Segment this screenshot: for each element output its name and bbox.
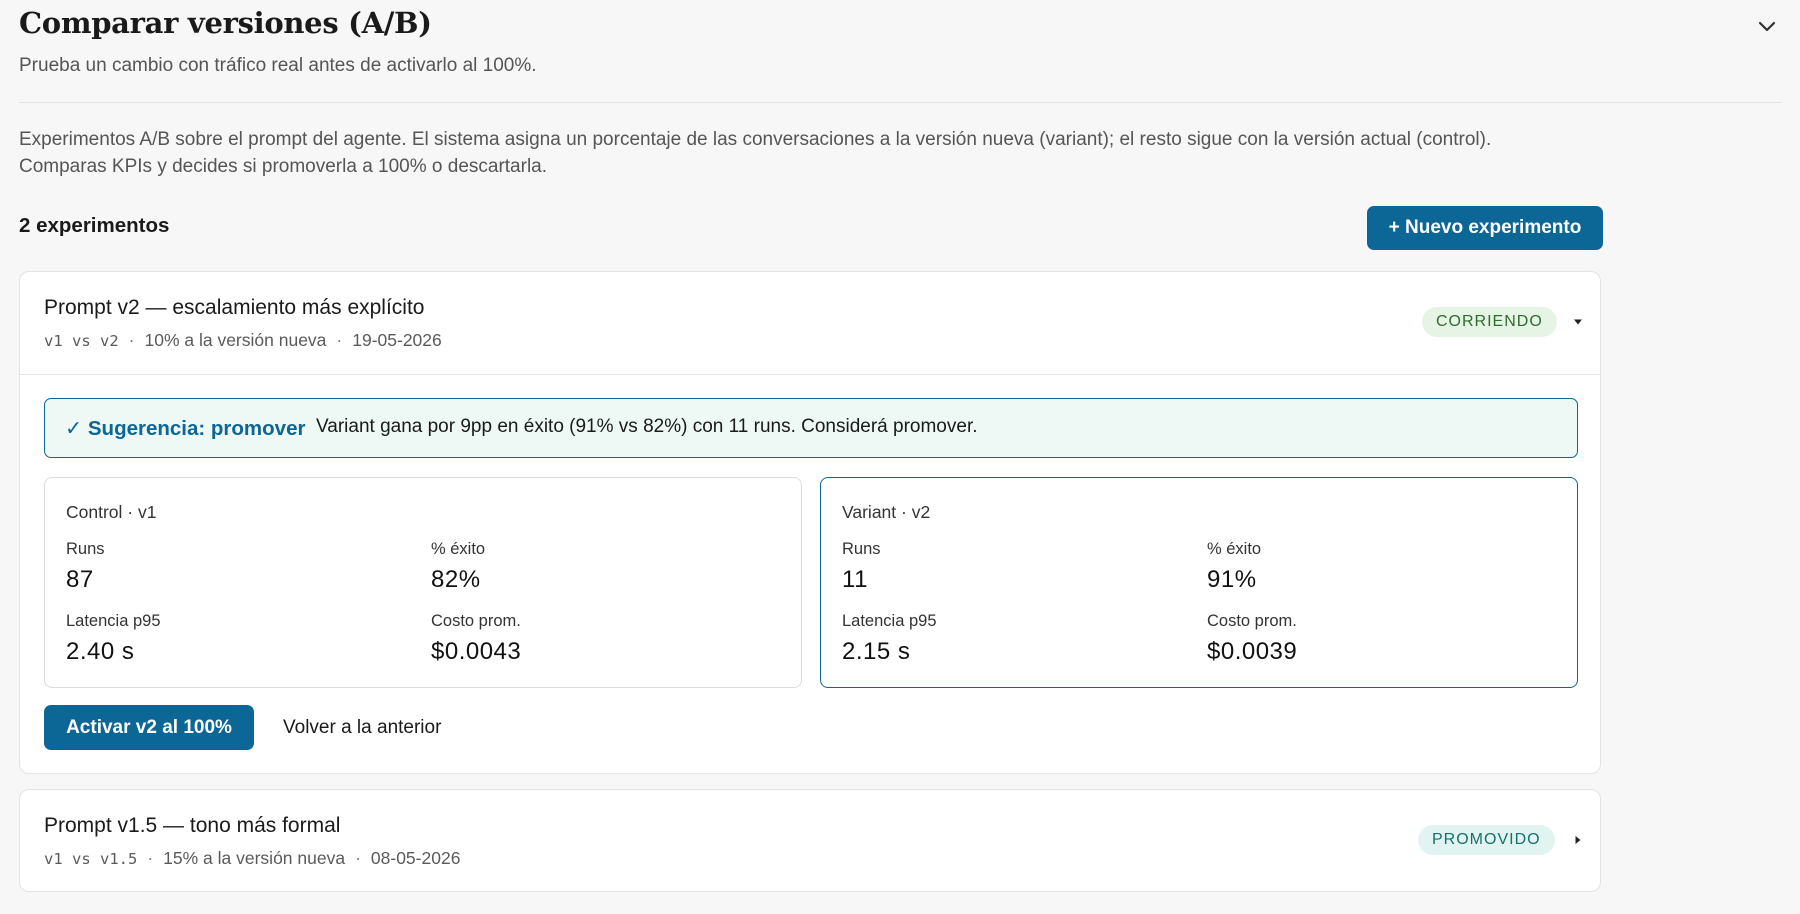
kpi-success-rate: % éxito 82% [431, 540, 485, 594]
kpi-runs: Runs 11 [842, 540, 881, 594]
meta-separator: · [355, 848, 361, 868]
kpi-value: 91% [1207, 566, 1257, 593]
section-title: Comparar versiones (A/B) [19, 6, 432, 40]
collapse-caret[interactable] [1570, 312, 1586, 332]
kpi-value: 82% [431, 566, 481, 593]
intro-line-1: Experimentos A/B sobre el prompt del age… [19, 129, 1492, 150]
kpi-latency: Latencia p95 2.40 s [66, 612, 161, 666]
experiment-card: Prompt v2 — escalamiento más explícito v… [19, 271, 1601, 774]
kpi-cost: Costo prom. $0.0039 [1207, 612, 1297, 666]
experiment-split: 10% a la versión nueva [144, 330, 327, 350]
kpi-label: Latencia p95 [842, 612, 937, 630]
kpi-latency: Latencia p95 2.15 s [842, 612, 937, 666]
suggestion-label: ✓ Sugerencia: promover [65, 417, 306, 440]
kpi-panel-heading: Control · v1 [66, 502, 157, 522]
kpi-value: 2.40 s [66, 638, 135, 665]
kpi-label: Latencia p95 [66, 612, 161, 630]
collapse-button[interactable] [1752, 12, 1782, 42]
experiment-split: 15% a la versión nueva [163, 848, 346, 868]
kpi-value: $0.0043 [431, 638, 522, 665]
experiment-versions-new: v1.5 [100, 850, 138, 868]
experiment-header[interactable]: Prompt v2 — escalamiento más explícito v… [20, 272, 1600, 375]
intro-line-2: Comparas KPIs y decides si promoverla a … [19, 156, 548, 177]
activate-variant-button[interactable]: Activar v2 al 100% [44, 705, 254, 750]
experiment-versions-base: v1 vs [44, 850, 100, 868]
kpi-panel-heading: Variant · v2 [842, 502, 931, 522]
kpi-value: $0.0039 [1207, 638, 1298, 665]
experiment-card: Prompt v1.5 — tono más formal v1 vs v1.5… [19, 789, 1601, 892]
experiment-date: 19-05-2026 [352, 330, 442, 350]
chevron-down-icon [1758, 21, 1776, 32]
experiments-count: 2 experimentos [19, 214, 170, 237]
kpi-label: Costo prom. [431, 612, 521, 630]
meta-separator: · [147, 848, 154, 868]
kpi-value: 87 [66, 566, 94, 593]
kpi-label: Runs [842, 540, 881, 558]
section-header: Comparar versiones (A/B) Prueba un cambi… [19, 0, 1782, 103]
caret-right-icon [1575, 836, 1581, 844]
kpi-label: % éxito [1207, 540, 1262, 558]
expand-caret[interactable] [1570, 830, 1586, 850]
section-subtitle: Prueba un cambio con tráfico real antes … [19, 55, 537, 76]
kpi-label: Runs [66, 540, 105, 558]
kpi-value: 2.15 s [842, 638, 911, 665]
kpi-label: Costo prom. [1207, 612, 1297, 630]
kpi-label: % éxito [431, 540, 486, 558]
kpi-value: 11 [842, 566, 868, 593]
kpi-runs: Runs 87 [66, 540, 105, 594]
status-badge: PROMOVIDO [1418, 825, 1555, 855]
experiment-versions: v1 vs v2 [44, 332, 119, 350]
revert-button[interactable]: Volver a la anterior [271, 705, 453, 750]
ab-compare-page: Comparar versiones (A/B) Prueba un cambi… [0, 0, 1800, 914]
suggestion-banner: ✓ Sugerencia: promover Variant gana por … [44, 398, 1578, 458]
caret-down-icon [1574, 319, 1582, 325]
new-experiment-button[interactable]: + Nuevo experimento [1367, 206, 1603, 250]
experiment-meta: v1 vs v1.5 · 15% a la versión nueva · 08-05-… [44, 848, 460, 869]
kpi-success-rate: % éxito 91% [1207, 540, 1261, 594]
meta-separator: · [128, 330, 135, 350]
experiment-title: Prompt v1.5 — tono más formal [44, 814, 341, 837]
intro-text: Experimentos A/B sobre el prompt del age… [19, 126, 1639, 180]
status-badge: CORRIENDO [1422, 307, 1557, 337]
kpi-cost: Costo prom. $0.0043 [431, 612, 521, 666]
experiment-header[interactable]: Prompt v1.5 — tono más formal v1 vs v1.5… [20, 790, 1600, 892]
meta-separator: · [336, 330, 343, 350]
experiment-title: Prompt v2 — escalamiento más explícito [44, 296, 425, 319]
variant-kpi-panel: Variant · v2 Runs 11 % éxito 91% Latenci… [820, 477, 1578, 688]
control-kpi-panel: Control · v1 Runs 87 % éxito 82% Latenci… [44, 477, 802, 688]
experiment-date: 08-05-2026 [370, 848, 461, 868]
experiment-meta: v1 vs v2 · 10% a la versión nueva · 19-05-20… [44, 330, 442, 351]
suggestion-text: Variant gana por 9pp en éxito (91% vs 82… [316, 416, 978, 437]
